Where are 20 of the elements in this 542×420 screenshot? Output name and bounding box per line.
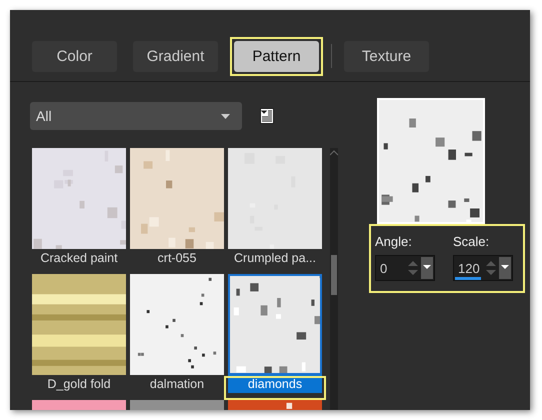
tab[interactable]: Texture xyxy=(344,40,429,72)
caret-icon[interactable] xyxy=(499,257,511,279)
list-view-icon[interactable] xyxy=(260,108,274,124)
number-field[interactable]: 120 xyxy=(453,255,513,281)
category-dropdown[interactable]: All xyxy=(30,102,242,130)
tab[interactable]: Gradient xyxy=(133,40,218,72)
pattern-label[interactable]: Crumpled pa... xyxy=(228,249,322,267)
pattern-label[interactable]: dalmation xyxy=(130,375,224,393)
scroll-up-icon[interactable] xyxy=(330,150,338,156)
caret-icon[interactable] xyxy=(421,257,433,279)
scrollbar[interactable] xyxy=(330,148,338,410)
number-field[interactable]: 0 xyxy=(375,255,435,281)
pattern-label[interactable]: crt-055 xyxy=(130,249,224,267)
field-label: Scale: xyxy=(453,234,490,249)
pattern-label[interactable]: Cracked paint xyxy=(32,249,126,267)
tab[interactable]: Pattern xyxy=(234,40,319,72)
pattern-label[interactable]: D_gold fold xyxy=(32,375,126,393)
caret-icon xyxy=(221,114,230,118)
field-label: Angle: xyxy=(375,234,413,249)
tab[interactable]: Color xyxy=(32,40,117,72)
